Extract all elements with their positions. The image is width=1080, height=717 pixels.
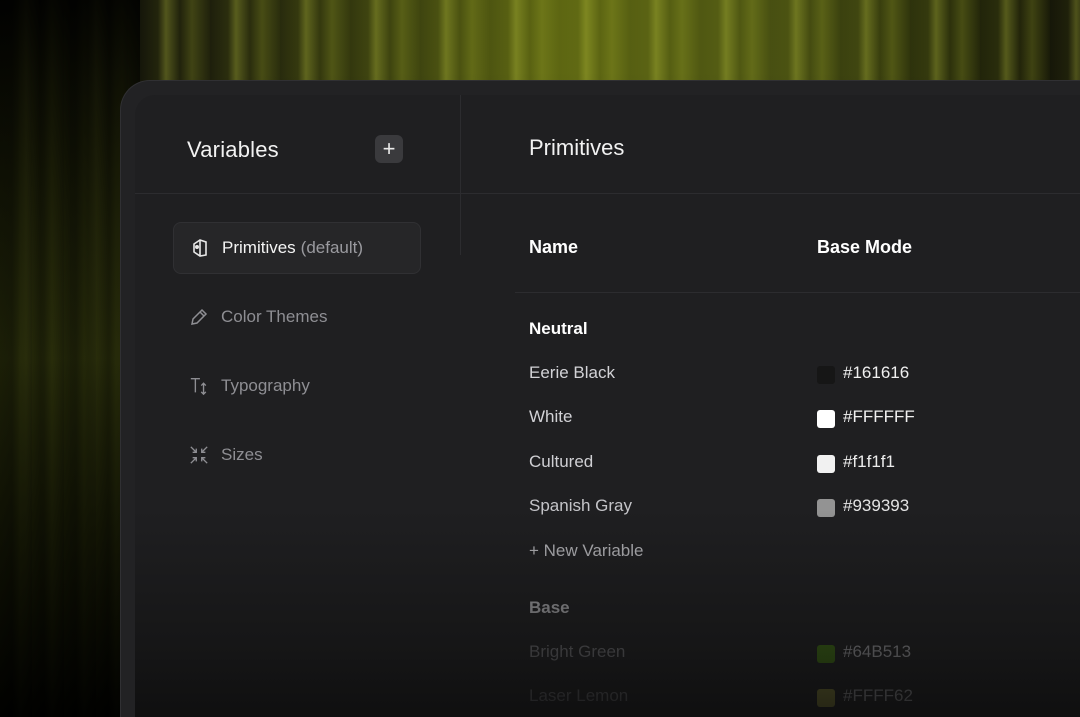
app-window: Variables + Primitives (default) Color T… <box>120 80 1080 717</box>
column-header-name: Name <box>529 237 579 257</box>
color-swatch[interactable] <box>817 689 835 707</box>
table-row[interactable]: Spanish Gray #939393 <box>529 496 1080 522</box>
text-size-icon <box>189 376 209 396</box>
sidebar-item-typography[interactable]: Typography <box>173 360 421 412</box>
tag-icon <box>190 238 210 258</box>
sidebar-item-primitives[interactable]: Primitives (default) <box>173 222 421 274</box>
color-swatch[interactable] <box>817 410 835 428</box>
glow-background-left <box>0 0 140 717</box>
column-header-base-mode: Base Mode <box>817 237 913 257</box>
shrink-arrows-icon <box>189 445 209 465</box>
table-row[interactable]: Bright Green #64B513 <box>529 642 1080 668</box>
variable-value: #939393 <box>843 496 910 515</box>
sidebar-item-color-themes[interactable]: Color Themes <box>173 291 421 343</box>
table-header: Name Base Mode <box>515 225 1080 293</box>
table-row[interactable]: Eerie Black #161616 <box>529 363 1080 389</box>
sidebar-item-label: Color Themes <box>221 307 328 326</box>
variable-value: #f1f1f1 <box>843 452 895 471</box>
sidebar-item-label: Typography <box>221 376 310 395</box>
group-title-neutral: Neutral <box>529 319 588 338</box>
variable-value: #FFFF62 <box>843 686 913 705</box>
sidebar-item-sizes[interactable]: Sizes <box>173 429 421 481</box>
add-collection-button[interactable]: + <box>375 135 403 163</box>
group-title-base: Base <box>529 598 570 617</box>
sidebar-item-label: Sizes <box>221 445 263 464</box>
main-header: Primitives <box>461 95 1080 194</box>
app-panel: Variables + Primitives (default) Color T… <box>135 95 1080 717</box>
sidebar: Variables + Primitives (default) Color T… <box>135 95 461 717</box>
page-title: Primitives <box>529 135 625 160</box>
variable-name: Bright Green <box>529 642 626 661</box>
plus-icon: + <box>382 136 396 161</box>
sidebar-header: Variables + <box>135 95 461 194</box>
pencil-icon <box>189 307 209 327</box>
default-suffix: (default) <box>300 238 364 257</box>
sidebar-title: Variables <box>187 137 279 162</box>
color-swatch[interactable] <box>817 499 835 517</box>
variable-value: #FFFFFF <box>843 407 915 426</box>
table-row[interactable]: Laser Lemon #FFFF62 <box>529 686 1080 712</box>
sidebar-item-label: Primitives <box>222 238 296 257</box>
table-row[interactable]: Cultured #f1f1f1 <box>529 452 1080 478</box>
variable-name: Cultured <box>529 452 594 471</box>
variable-value: #161616 <box>843 363 910 382</box>
table-row[interactable]: White #FFFFFF <box>529 407 1080 433</box>
color-swatch[interactable] <box>817 366 835 384</box>
variable-name: Spanish Gray <box>529 496 632 515</box>
color-swatch[interactable] <box>817 645 835 663</box>
variable-name: White <box>529 407 573 426</box>
variable-name: Laser Lemon <box>529 686 629 705</box>
color-swatch[interactable] <box>817 455 835 473</box>
main-panel: Primitives Name Base Mode Neutral Eerie … <box>461 95 1080 717</box>
new-variable-button[interactable]: + New Variable <box>529 541 644 561</box>
variable-name: Eerie Black <box>529 363 615 382</box>
variable-value: #64B513 <box>843 642 912 661</box>
